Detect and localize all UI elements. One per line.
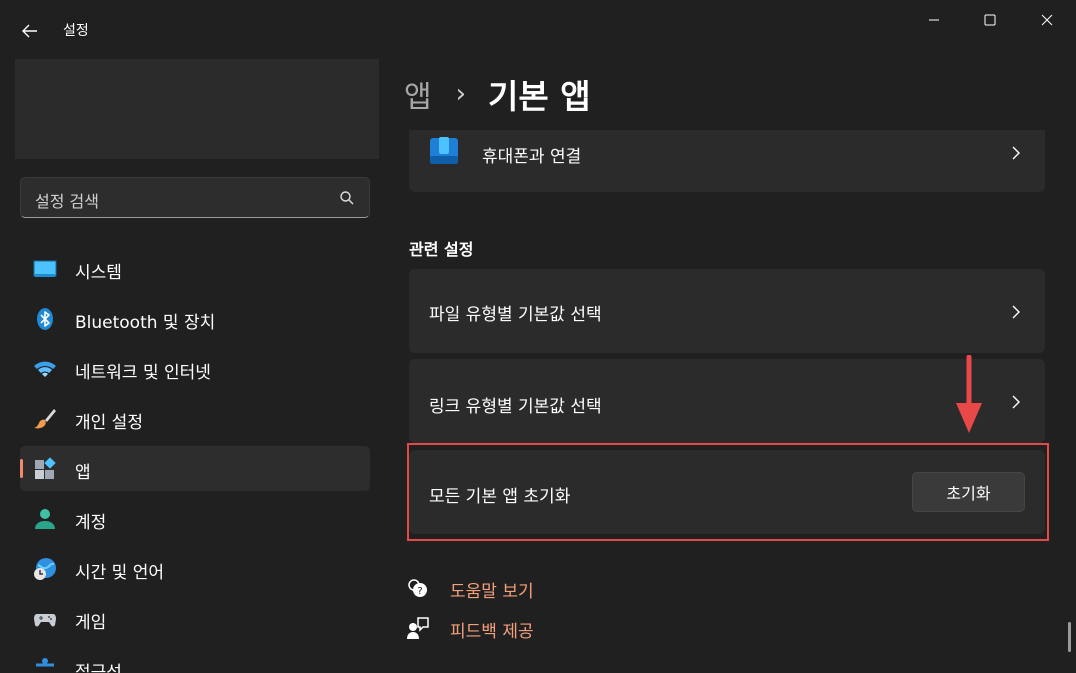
sidebar-item-label: 개인 설정	[75, 413, 143, 433]
gamepad-icon	[34, 614, 56, 627]
sidebar-item-label: 네트워크 및 인터넷	[75, 363, 211, 383]
down-arrow-annotation-icon	[956, 355, 982, 433]
search-icon	[340, 191, 354, 205]
sidebar-item-bluetooth[interactable]: Bluetooth 및 장치	[20, 296, 370, 341]
sidebar-item-system[interactable]: 시스템	[20, 246, 370, 291]
minimize-button[interactable]	[914, 8, 954, 32]
back-arrow-icon	[22, 24, 37, 38]
close-button[interactable]	[1027, 8, 1067, 32]
paintbrush-icon	[34, 409, 56, 429]
chevron-right-icon	[1012, 146, 1020, 160]
page-title: 기본 앱	[488, 77, 591, 116]
highlight-box	[407, 443, 1049, 541]
phone-link-label: 휴대폰과 연결	[482, 147, 582, 167]
breadcrumb: 앱 › 기본 앱	[404, 72, 591, 116]
title-bar: 설정	[0, 0, 1076, 58]
sidebar-item-label: Bluetooth 및 장치	[75, 313, 216, 333]
phone-link-icon	[430, 137, 458, 164]
chevron-right-icon	[1012, 395, 1020, 409]
sidebar-item-label: 계정	[75, 513, 107, 533]
sidebar-item-gaming[interactable]: 게임	[20, 596, 370, 641]
back-button[interactable]	[16, 18, 44, 44]
sidebar-item-accessibility[interactable]: 접근성	[20, 646, 370, 673]
bluetooth-icon	[37, 308, 53, 330]
maximize-icon	[984, 14, 996, 26]
feedback-link-label: 피드백 제공	[450, 622, 534, 642]
apps-icon	[35, 457, 56, 479]
maximize-button[interactable]	[970, 8, 1010, 32]
link-type-defaults-label: 링크 유형별 기본값 선택	[429, 397, 602, 417]
svg-text:?: ?	[417, 586, 422, 597]
search-placeholder: 설정 검색	[35, 192, 99, 211]
file-type-defaults-row[interactable]: 파일 유형별 기본값 선택	[409, 269, 1045, 353]
sidebar-item-apps[interactable]: 앱	[20, 446, 370, 491]
sidebar-item-label: 시간 및 언어	[75, 563, 165, 583]
sidebar-item-personalization[interactable]: 개인 설정	[20, 396, 370, 441]
active-indicator	[20, 459, 23, 478]
account-icon	[35, 509, 55, 529]
sidebar-item-label: 게임	[75, 613, 107, 633]
sidebar-item-accounts[interactable]: 계정	[20, 496, 370, 541]
sidebar-item-time-language[interactable]: 시간 및 언어	[20, 546, 370, 591]
profile-card[interactable]	[15, 59, 379, 159]
close-icon	[1041, 14, 1053, 26]
scrollbar-thumb[interactable]	[1068, 622, 1071, 652]
help-icon: ?	[408, 579, 427, 597]
sidebar-item-label: 시스템	[75, 263, 122, 283]
sidebar-item-label: 앱	[75, 463, 91, 483]
breadcrumb-separator: ›	[455, 79, 467, 109]
wifi-icon	[34, 361, 56, 377]
chevron-right-icon	[1012, 305, 1020, 319]
feedback-icon	[407, 617, 429, 639]
system-icon	[33, 260, 57, 277]
section-heading-related: 관련 설정	[409, 240, 474, 259]
breadcrumb-parent[interactable]: 앱	[404, 72, 432, 116]
sidebar-item-label: 접근성	[75, 663, 122, 673]
accessibility-icon	[36, 658, 54, 667]
phone-link-row[interactable]: 휴대폰과 연결	[409, 130, 1045, 192]
app-title: 설정	[63, 23, 89, 39]
file-type-defaults-label: 파일 유형별 기본값 선택	[429, 305, 602, 325]
link-type-defaults-row[interactable]: 링크 유형별 기본값 선택	[409, 359, 1045, 443]
help-link-label: 도움말 보기	[450, 582, 534, 602]
globe-clock-icon	[34, 558, 56, 580]
sidebar-item-network[interactable]: 네트워크 및 인터넷	[20, 346, 370, 391]
search-box[interactable]: 설정 검색	[20, 177, 370, 218]
minimize-icon	[929, 19, 939, 21]
